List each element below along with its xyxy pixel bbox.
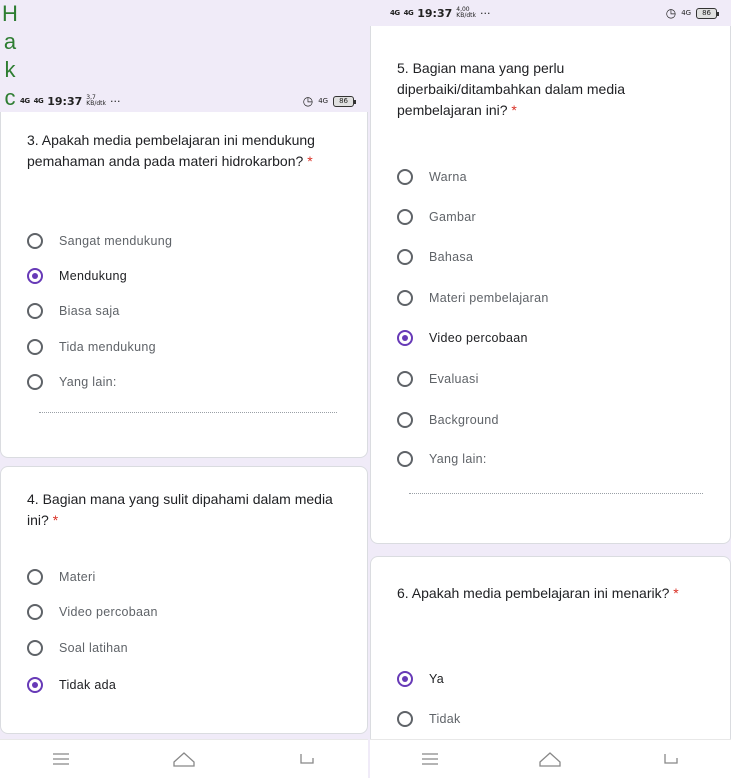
home-icon[interactable] [172, 749, 196, 769]
radio-button[interactable] [397, 371, 413, 387]
other-text-input[interactable] [409, 493, 703, 494]
radio-option[interactable]: Bahasa [397, 246, 720, 268]
network-type: 4G [318, 97, 329, 105]
required-asterisk: * [673, 585, 679, 601]
radio-button-checked[interactable] [397, 330, 413, 346]
radio-option[interactable]: Video percobaan [397, 327, 720, 349]
radio-button[interactable] [397, 169, 413, 185]
back-icon[interactable] [659, 749, 683, 769]
radio-option-other[interactable]: Yang lain: [27, 371, 357, 393]
status-time: 19:37 [417, 6, 453, 20]
radio-option[interactable]: Sangat mendukung [27, 230, 357, 252]
notification-dots: ··· [479, 6, 491, 20]
watermark-letter: H [2, 1, 18, 26]
radio-button[interactable] [27, 303, 43, 319]
radio-option[interactable]: Background [397, 409, 720, 431]
signal-icon: 4G [33, 96, 44, 105]
watermark: H a k c [2, 0, 18, 112]
radio-button[interactable] [397, 290, 413, 306]
radio-option[interactable]: Materi pembelajaran [397, 287, 720, 309]
radio-option[interactable]: Materi [27, 566, 357, 588]
radio-option[interactable]: Tidak ada [27, 674, 357, 696]
watermark-letter: a [3, 29, 17, 54]
radio-option[interactable]: Biasa saja [27, 300, 357, 322]
question-title: 4. Bagian mana yang sulit dipahami dalam… [27, 491, 333, 528]
radio-button-checked[interactable] [27, 677, 43, 693]
radio-button[interactable] [397, 209, 413, 225]
required-asterisk: * [307, 153, 313, 169]
navigation-bar [0, 739, 368, 778]
question-card-3: 3. Apakah media pembelajaran ini menduku… [0, 112, 368, 458]
required-asterisk: * [511, 102, 517, 118]
required-asterisk: * [52, 512, 59, 528]
radio-option-other[interactable]: Yang lain: [397, 448, 720, 470]
radio-option[interactable]: Video percobaan [27, 601, 357, 623]
radio-button[interactable] [27, 374, 43, 390]
radio-button[interactable] [27, 569, 43, 585]
left-screenshot: 4G 4G 19:37 3,7 KB/dtk ··· ◷ 4G 86 3. Ap… [0, 0, 368, 778]
radio-button-checked[interactable] [27, 268, 43, 284]
question-card-6: 6. Apakah media pembelajaran ini menarik… [370, 556, 731, 746]
home-icon[interactable] [538, 749, 562, 769]
radio-option[interactable]: Soal latihan [27, 637, 357, 659]
back-icon[interactable] [295, 749, 319, 769]
navigation-bar [370, 739, 731, 778]
network-speed: 3,7 KB/dtk [86, 94, 106, 107]
radio-button[interactable] [397, 249, 413, 265]
radio-button[interactable] [27, 233, 43, 249]
question-card-5: 5. Bagian mana yang perlu diperbaiki/dit… [370, 26, 731, 544]
radio-button[interactable] [397, 412, 413, 428]
alarm-icon: ◷ [665, 6, 677, 20]
radio-button[interactable] [27, 604, 43, 620]
radio-button[interactable] [27, 640, 43, 656]
signal-icon: 4G [390, 8, 400, 17]
other-text-input[interactable] [39, 412, 337, 413]
signal-icon: 4G [403, 8, 414, 17]
status-time: 19:37 [47, 94, 83, 108]
signal-icon: 4G [20, 96, 30, 105]
question-title: 3. Apakah media pembelajaran ini menduku… [27, 132, 315, 169]
alarm-icon: ◷ [302, 94, 314, 108]
radio-option[interactable]: Evaluasi [397, 368, 720, 390]
watermark-letter: k [4, 57, 16, 82]
right-screenshot: 4G 4G 19:37 4,00 KB/dtk ··· ◷ 4G 86 5. B… [370, 0, 731, 778]
battery-icon: 86 [696, 7, 719, 19]
battery-icon: 86 [333, 95, 356, 107]
menu-icon[interactable] [49, 749, 73, 769]
radio-button-checked[interactable] [397, 671, 413, 687]
radio-option[interactable]: Warna [397, 166, 720, 188]
status-bar: 4G 4G 19:37 3,7 KB/dtk ··· ◷ 4G 86 [0, 90, 368, 112]
notification-dots: ··· [109, 94, 121, 108]
radio-option[interactable]: Ya [397, 668, 720, 690]
watermark-letter: c [4, 85, 16, 110]
radio-button[interactable] [397, 711, 413, 727]
radio-button[interactable] [27, 339, 43, 355]
radio-option[interactable]: Mendukung [27, 265, 357, 287]
network-type: 4G [681, 9, 692, 17]
menu-icon[interactable] [418, 749, 442, 769]
radio-button[interactable] [397, 451, 413, 467]
network-speed: 4,00 KB/dtk [456, 6, 476, 19]
radio-option[interactable]: Tidak [397, 708, 720, 730]
question-title: 5. Bagian mana yang perlu diperbaiki/dit… [397, 60, 626, 118]
question-title: 6. Apakah media pembelajaran ini menarik… [397, 585, 679, 601]
question-card-4: 4. Bagian mana yang sulit dipahami dalam… [0, 466, 368, 734]
status-bar: 4G 4G 19:37 4,00 KB/dtk ··· ◷ 4G 86 [370, 2, 731, 24]
radio-option[interactable]: Gambar [397, 206, 720, 228]
radio-option[interactable]: Tida mendukung [27, 336, 357, 358]
